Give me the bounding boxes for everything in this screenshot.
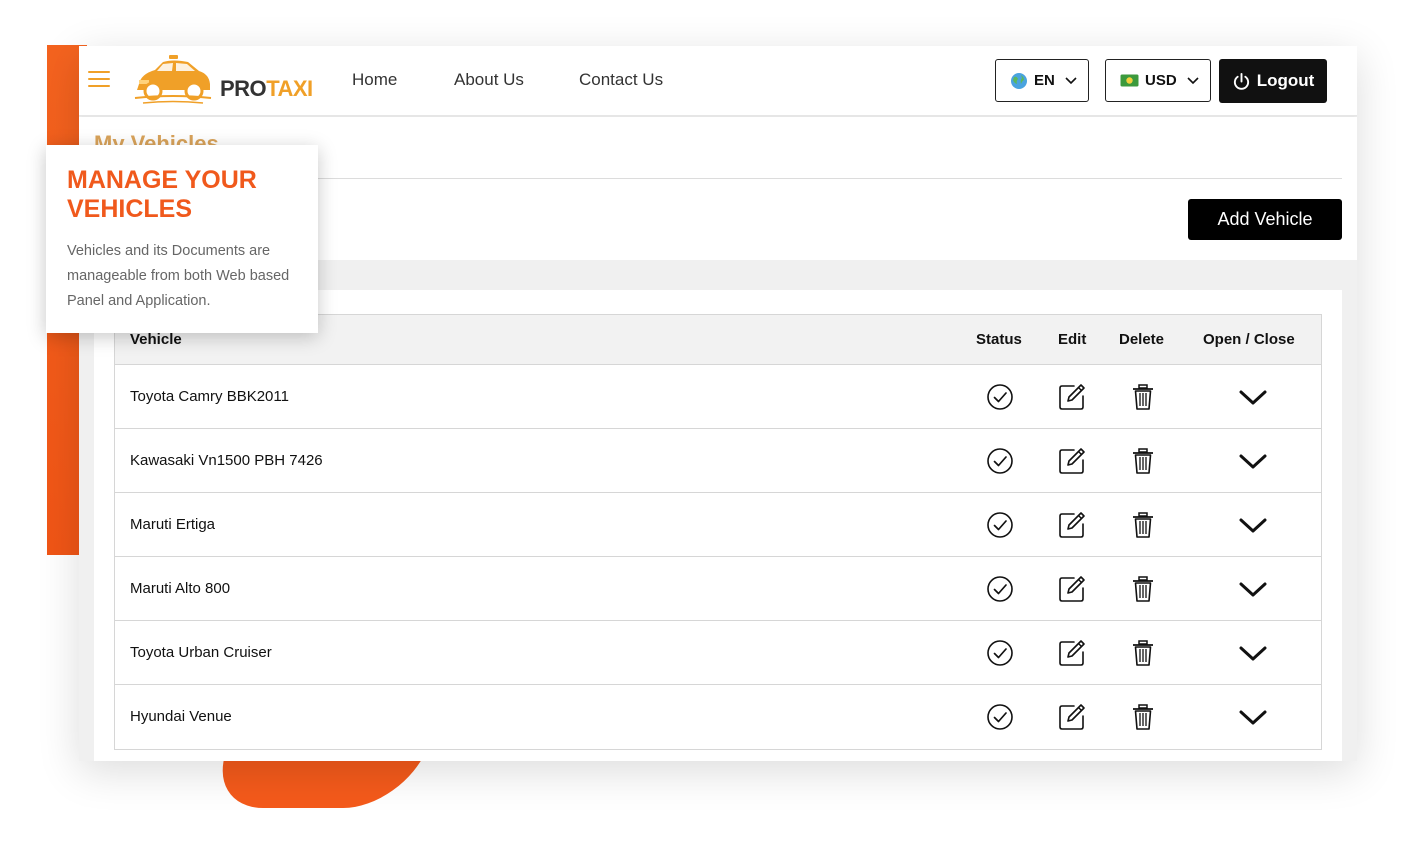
check-circle-icon[interactable] [985, 702, 1015, 732]
nav-contact[interactable]: Contact Us [579, 70, 663, 90]
chevron-down-icon[interactable] [1238, 382, 1268, 412]
vehicle-name: Hyundai Venue [130, 708, 232, 725]
banknote-icon [1120, 74, 1139, 87]
vehicle-name: Maruti Alto 800 [130, 580, 231, 597]
edit-icon[interactable] [1057, 446, 1087, 476]
check-circle-icon[interactable] [985, 638, 1015, 668]
currency-label: USD [1145, 72, 1177, 89]
check-circle-icon[interactable] [985, 382, 1015, 412]
header-edit: Edit [1058, 331, 1087, 348]
trash-icon[interactable] [1128, 574, 1158, 604]
chevron-down-icon[interactable] [1238, 574, 1268, 604]
globe-icon [1011, 72, 1027, 89]
edit-icon[interactable] [1057, 702, 1087, 732]
top-header: PROTAXI Home About Us Contact Us EN USD … [79, 46, 1357, 116]
chevron-down-icon[interactable] [1238, 638, 1268, 668]
vehicle-name: Toyota Urban Cruiser [130, 644, 272, 661]
add-vehicle-button[interactable]: Add Vehicle [1188, 199, 1342, 240]
chevron-down-icon [1187, 76, 1199, 84]
edit-icon[interactable] [1057, 382, 1087, 412]
table-row: Kawasaki Vn1500 PBH 7426 [115, 429, 1321, 493]
stage: PROTAXI Home About Us Contact Us EN USD … [0, 0, 1409, 841]
vehicle-name: Maruti Ertiga [130, 516, 216, 533]
menu-icon[interactable] [88, 71, 110, 89]
vehicle-name: Kawasaki Vn1500 PBH 7426 [130, 452, 323, 469]
table-body: Toyota Camry BBK2011 Kawasaki Vn1500 PBH … [115, 365, 1321, 749]
chevron-down-icon [1065, 76, 1077, 84]
nav-home[interactable]: Home [352, 70, 397, 90]
brand-name: PROTAXI [220, 76, 313, 102]
callout-description: Vehicles and its Documents are manageabl… [67, 243, 290, 309]
check-circle-icon[interactable] [985, 574, 1015, 604]
table-row: Hyundai Venue [115, 685, 1321, 749]
currency-select[interactable]: USD [1105, 59, 1211, 102]
nav-about[interactable]: About Us [454, 70, 524, 90]
table-row: Toyota Urban Cruiser [115, 621, 1321, 685]
vehicles-table: Vehicle Status Edit Delete Open / Close … [114, 314, 1322, 750]
callout-title: MANAGE YOUR VEHICLES [67, 166, 257, 223]
language-label: EN [1034, 72, 1055, 89]
brand-logo[interactable]: PROTAXI [133, 54, 313, 108]
taxi-car-icon [134, 55, 212, 104]
check-circle-icon[interactable] [985, 510, 1015, 540]
edit-icon[interactable] [1057, 574, 1087, 604]
vehicle-name: Toyota Camry BBK2011 [130, 388, 289, 405]
power-icon [1233, 72, 1249, 90]
brand-taxi: TAXI [266, 76, 313, 101]
edit-icon[interactable] [1057, 638, 1087, 668]
trash-icon[interactable] [1128, 446, 1158, 476]
trash-icon[interactable] [1128, 510, 1158, 540]
table-row: Maruti Ertiga [115, 493, 1321, 557]
header-vehicle: Vehicle [130, 331, 182, 348]
edit-icon[interactable] [1057, 510, 1087, 540]
logout-button[interactable]: Logout [1219, 59, 1327, 103]
table-row: Maruti Alto 800 [115, 557, 1321, 621]
logout-label: Logout [1256, 71, 1315, 90]
trash-icon[interactable] [1128, 382, 1158, 412]
chevron-down-icon[interactable] [1238, 510, 1268, 540]
check-circle-icon[interactable] [985, 446, 1015, 476]
vehicles-panel: Vehicle Status Edit Delete Open / Close … [94, 290, 1342, 761]
chevron-down-icon[interactable] [1238, 702, 1268, 732]
chevron-down-icon[interactable] [1238, 446, 1268, 476]
brand-pro: PRO [220, 76, 267, 101]
feature-callout: MANAGE YOUR VEHICLES Vehicles and its Do… [46, 145, 318, 333]
header-open-close: Open / Close [1203, 331, 1295, 348]
header-delete: Delete [1119, 331, 1165, 348]
trash-icon[interactable] [1128, 638, 1158, 668]
language-select[interactable]: EN [995, 59, 1089, 102]
table-row: Toyota Camry BBK2011 [115, 365, 1321, 429]
header-status: Status [976, 331, 1022, 348]
trash-icon[interactable] [1128, 702, 1158, 732]
